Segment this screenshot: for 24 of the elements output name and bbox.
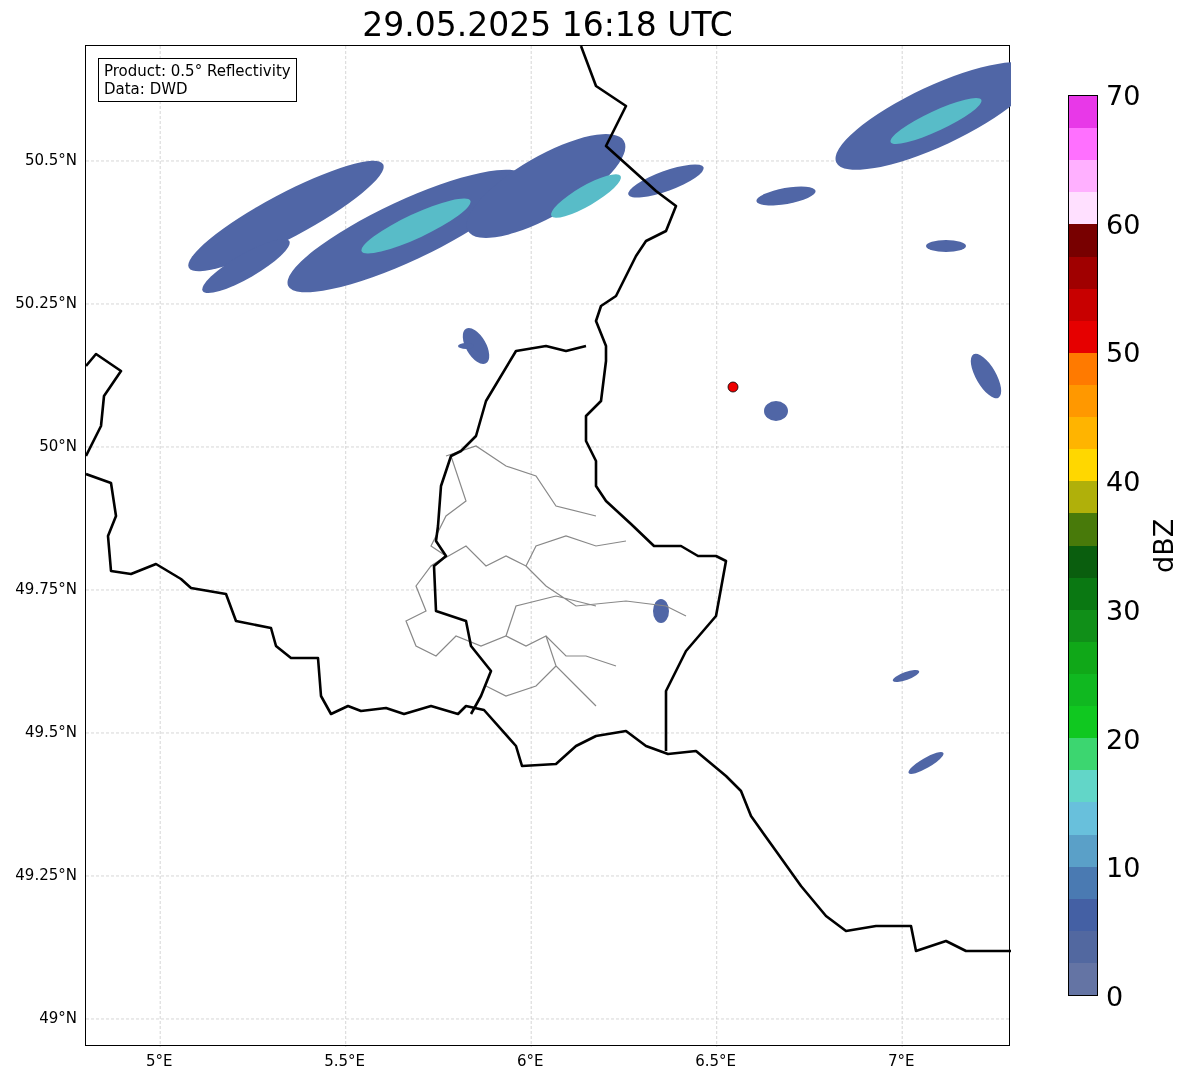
latitude-tick-label: 49°N <box>39 1008 77 1027</box>
latitude-tick-label: 50°N <box>39 436 77 455</box>
latitude-tick-label: 49.5°N <box>24 722 77 741</box>
colorbar-tick-label: 60 <box>1105 208 1141 240</box>
colorbar-tick-label: 50 <box>1105 336 1141 368</box>
latitude-tick-label: 49.75°N <box>15 579 77 598</box>
colorbar-tick-label: 10 <box>1105 851 1141 883</box>
longitude-tick-label: 5°E <box>145 1052 173 1070</box>
colorbar-tick-label: 20 <box>1105 723 1141 755</box>
longitude-tick-label: 5.5°E <box>324 1052 366 1070</box>
latitude-tick-label: 49.25°N <box>15 865 77 884</box>
legend-text: Data: DWD <box>104 80 189 98</box>
longitude-tick-label: 7°E <box>887 1052 915 1070</box>
longitude-tick-label: 6.5°E <box>695 1052 737 1070</box>
longitude-tick-label: 6°E <box>516 1052 544 1070</box>
colorbar-tick-label: 30 <box>1105 594 1141 626</box>
colorbar-label: dBZ <box>1148 517 1178 575</box>
colorbar-tick-label: 0 <box>1105 980 1124 1012</box>
legend-text: Product: 0.5° Reflectivity <box>104 62 291 80</box>
latitude-tick-label: 50.5°N <box>24 150 77 169</box>
plot-title: 29.05.2025 16:18 UTC <box>361 4 734 45</box>
colorbar-tick-label: 70 <box>1105 79 1141 111</box>
latitude-tick-label: 50.25°N <box>15 293 77 312</box>
colorbar-tick-label: 40 <box>1105 465 1141 497</box>
